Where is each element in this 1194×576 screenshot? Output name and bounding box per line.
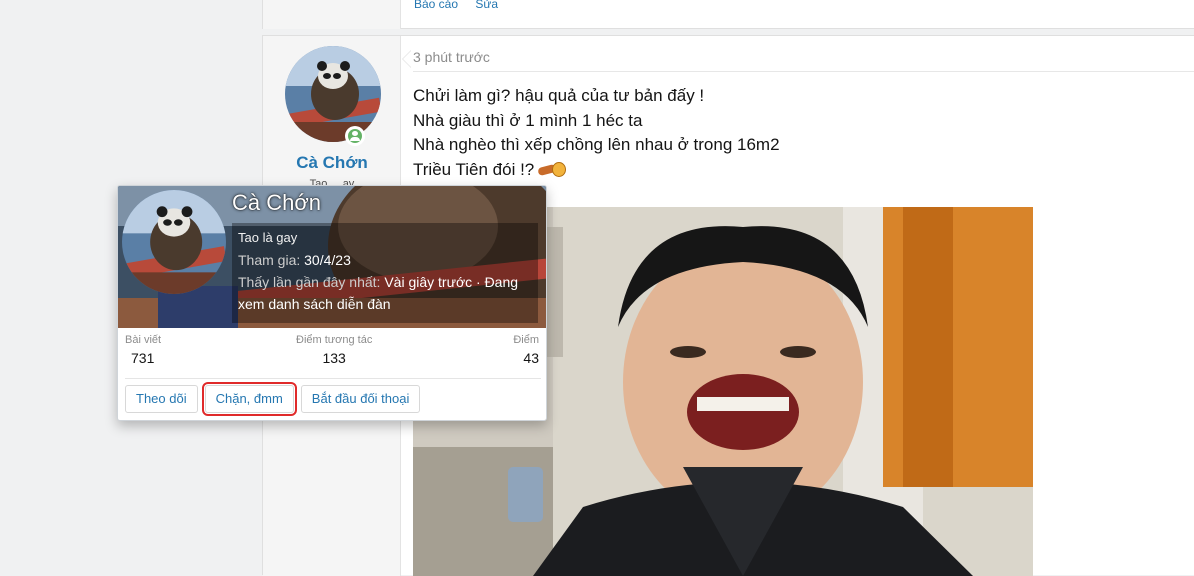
- member-name[interactable]: Cà Chớn: [232, 190, 321, 216]
- online-status-icon: [345, 126, 365, 146]
- post-line: Nhà nghèo thì xếp chồng lên nhau ở trong…: [413, 135, 780, 154]
- avatar-image[interactable]: [285, 46, 381, 142]
- previous-post-user-cell: [263, 0, 401, 29]
- post-line: Chửi làm gì? hậu quả của tư bản đấy !: [413, 86, 705, 105]
- stat-reactions: Điểm tương tác 133: [296, 334, 373, 366]
- emoji-icon: [538, 161, 567, 177]
- member-stats: Bài viết 731 Điểm tương tác 133 Điểm 43: [118, 328, 546, 378]
- post-line-with-emoji: Triều Tiên đói !?: [413, 158, 780, 183]
- post-line: Nhà giàu thì ở 1 mình 1 héc ta: [413, 110, 643, 130]
- follow-button[interactable]: Theo dõi: [125, 385, 198, 413]
- stat-points: Điểm 43: [513, 334, 539, 366]
- edit-link[interactable]: Sửa: [475, 0, 498, 11]
- post-line: Triều Tiên đói !?: [413, 159, 535, 179]
- member-tooltip: Cà Chớn Tao là gay Tham gia: 30/4/23 Thấ…: [117, 185, 547, 421]
- member-avatar[interactable]: [122, 190, 226, 294]
- post-author-name[interactable]: Cà Chớn: [263, 153, 401, 173]
- avatar[interactable]: [285, 46, 381, 146]
- post-timestamp[interactable]: 3 phút trước: [413, 49, 490, 65]
- member-info: Tao là gay Tham gia: 30/4/23 Thấy lần gầ…: [232, 223, 538, 323]
- post-body: Chửi làm gì? hậu quả của tư bản đấy ! Nh…: [413, 84, 780, 182]
- start-conversation-button[interactable]: Bắt đầu đối thoại: [300, 385, 421, 413]
- previous-post-actions: Báo cáo Sửa: [414, 0, 512, 11]
- member-joined: Tham gia: 30/4/23: [238, 252, 351, 268]
- report-link[interactable]: Báo cáo: [414, 0, 458, 11]
- post-divider: [413, 71, 1194, 72]
- stat-posts: Bài viết 731: [125, 334, 162, 366]
- member-last-seen: Thấy lần gần đây nhất: Vài giây trước · …: [238, 274, 519, 312]
- previous-post: Báo cáo Sửa: [262, 0, 1194, 29]
- tooltip-divider: [125, 378, 541, 379]
- member-banner: Cà Chớn Tao là gay Tham gia: 30/4/23 Thấ…: [118, 186, 546, 328]
- block-button[interactable]: Chặn, đmm: [201, 382, 297, 416]
- member-role: Tao là gay: [238, 230, 298, 245]
- member-actions: Theo dõi Chặn, đmm Bắt đầu đối thoại: [125, 382, 427, 416]
